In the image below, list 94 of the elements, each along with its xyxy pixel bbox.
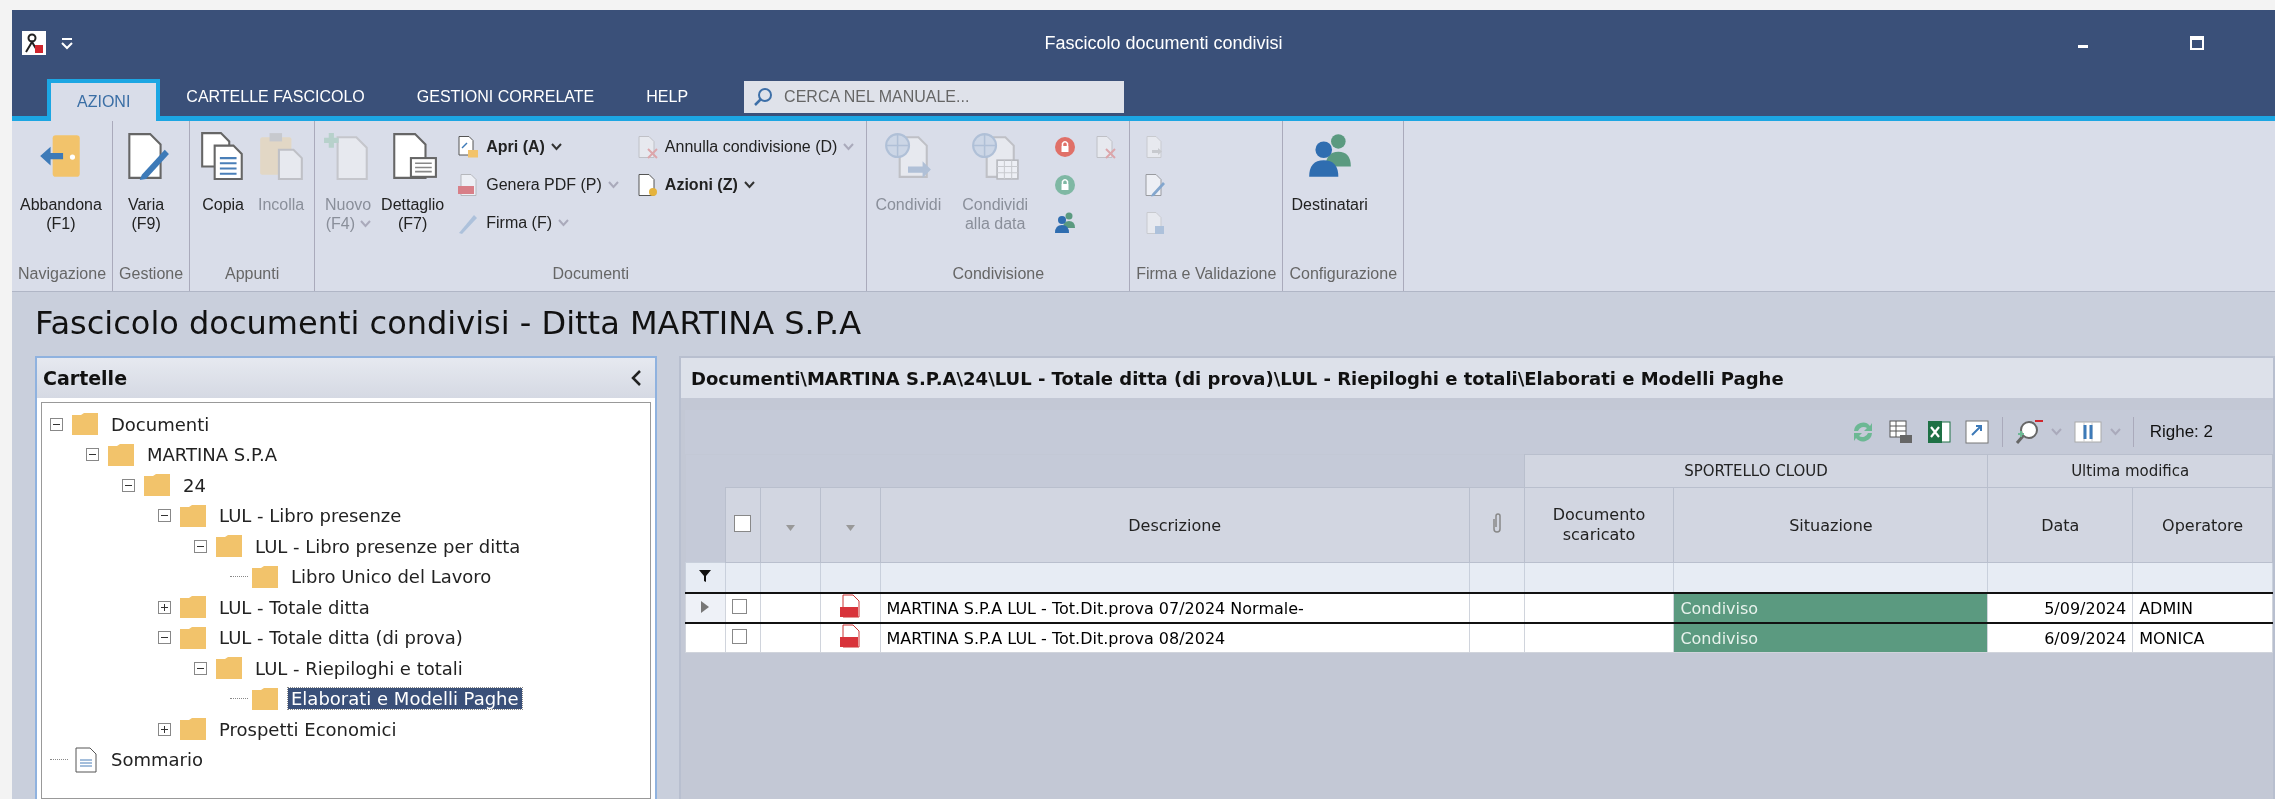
- folder-tree-item[interactable]: LUL - Libro presenze per ditta: [252, 535, 524, 557]
- ribbon-group-label: Documenti: [551, 264, 630, 284]
- search-filter-button[interactable]: [2014, 418, 2062, 446]
- status-cell: Condiviso: [1673, 623, 1988, 653]
- table-cell: ADMIN: [2132, 593, 2273, 623]
- window-title: Fascicolo documenti condivisi: [1043, 32, 1284, 54]
- ribbon-tab[interactable]: GESTIONI CORRELATE: [390, 78, 621, 116]
- column-header[interactable]: Documento scaricato: [1524, 487, 1674, 563]
- column-header[interactable]: Data: [1987, 487, 2133, 563]
- people-icon: [1053, 211, 1078, 235]
- folder-tree-item[interactable]: 24: [180, 474, 209, 496]
- caret-icon: [558, 219, 570, 227]
- table-cell: 5/09/2024: [1987, 593, 2133, 623]
- folder-icon: [71, 412, 99, 437]
- row-checkbox[interactable]: [731, 598, 747, 614]
- column-group-header: SPORTELLO CLOUD: [1524, 454, 1988, 488]
- folder-tree-item[interactable]: MARTINA S.P.A: [144, 444, 281, 466]
- globe-document-icon: [883, 131, 934, 181]
- caret-icon: [743, 181, 755, 189]
- row-selector[interactable]: [685, 593, 726, 623]
- maximize-icon[interactable]: [2189, 35, 2205, 51]
- print-preview-icon[interactable]: [1887, 419, 1914, 445]
- folder-tree-item[interactable]: Libro Unico del Lavoro: [288, 566, 495, 588]
- ribbon-group-label: Navigazione: [18, 264, 107, 284]
- open-document-icon: [456, 135, 481, 159]
- padlock-icon: [1053, 135, 1078, 159]
- excel-export-icon[interactable]: [1925, 419, 1952, 445]
- folder-icon: [215, 656, 243, 681]
- page-title: Fascicolo documenti condivisi - Ditta MARTINA S.P.A: [35, 304, 863, 342]
- folder-icon: [143, 473, 171, 498]
- ribbon-group-label: Firma e Validazione: [1136, 264, 1277, 284]
- folder-icon: [179, 717, 207, 742]
- caret-icon: [607, 181, 619, 189]
- folder-tree-item[interactable]: LUL - Libro presenze: [216, 505, 405, 527]
- folder-icon: [179, 503, 207, 528]
- padlock-icon: [1053, 173, 1078, 197]
- column-header[interactable]: Operatore: [2132, 487, 2273, 563]
- search-field[interactable]: CERCA NEL MANUALE...: [744, 81, 1125, 113]
- caret-icon: [843, 143, 855, 151]
- table-cell: MARTINA S.P.A LUL - Tot.Dit.prova 07/2024 Normale-: [880, 593, 1470, 623]
- document-cross-icon: [1093, 135, 1118, 159]
- ribbon-tab[interactable]: CARTELLE FASCICOLO: [160, 78, 391, 116]
- app-icon[interactable]: [22, 31, 46, 55]
- caret-icon: [2109, 428, 2121, 436]
- ribbon-tab[interactable]: AZIONI: [47, 79, 161, 121]
- export-icon[interactable]: [1963, 419, 1990, 445]
- folder-icon: [107, 442, 135, 467]
- folder-tree-item[interactable]: Documenti: [108, 413, 213, 435]
- row-checkbox[interactable]: [731, 628, 747, 644]
- ribbon-button[interactable]: Varia (F9): [119, 127, 174, 238]
- caret-icon: [359, 220, 371, 228]
- select-all-checkbox[interactable]: [734, 514, 752, 532]
- folder-icon: [251, 686, 279, 711]
- folder-tree-item[interactable]: Sommario: [108, 749, 206, 771]
- folder-icon: [179, 625, 207, 650]
- ribbon-button[interactable]: Apri (A): [450, 131, 625, 163]
- status-cell: Condiviso: [1673, 593, 1988, 623]
- ribbon-tab[interactable]: HELP: [620, 78, 715, 116]
- caret-icon: [550, 143, 562, 151]
- ribbon-button[interactable]: Abbandona (F1): [18, 127, 104, 238]
- panel-title: Cartelle: [43, 367, 127, 389]
- ribbon-button[interactable]: Destinatari: [1289, 127, 1370, 218]
- row-count: Righe: 2: [2149, 422, 2213, 442]
- folder-tree-item[interactable]: LUL - Riepiloghi e totali: [252, 657, 466, 679]
- quick-access-menu-icon[interactable]: [60, 36, 74, 50]
- ribbon-group-label: Appunti: [223, 264, 281, 284]
- column-header[interactable]: Descrizione: [880, 487, 1470, 563]
- collapse-panel-icon[interactable]: [629, 369, 643, 387]
- document-pencil-icon: [1142, 173, 1167, 197]
- folder-path: Documenti\MARTINA S.P.A\24\LUL - Totale ditta (di prova)\LUL - Riepiloghi e totali\Elaborati e Modelli Paghe: [691, 367, 1784, 389]
- ribbon-button[interactable]: Azioni (Z): [628, 169, 861, 201]
- column-settings-button[interactable]: [2073, 419, 2121, 445]
- ribbon-group-label: Condivisione: [951, 264, 1046, 284]
- folder-tree-item[interactable]: Prospetti Economici: [216, 718, 400, 740]
- search-icon: [753, 87, 774, 107]
- folder-icon: [179, 595, 207, 620]
- table-cell: MONICA: [2132, 623, 2273, 653]
- folder-tree-item[interactable]: Elaborati e Modelli Paghe: [288, 688, 522, 710]
- column-header[interactable]: Situazione: [1673, 487, 1988, 563]
- ribbon-button[interactable]: Dettaglio (F7): [379, 127, 447, 238]
- table-cell: MARTINA S.P.A LUL - Tot.Dit.prova 08/2024: [880, 623, 1470, 653]
- table-cell: 6/09/2024: [1987, 623, 2133, 653]
- folder-icon: [215, 534, 243, 559]
- folder-icon: [251, 564, 279, 589]
- caret-icon: [2050, 428, 2062, 436]
- ribbon-group-label: Configurazione: [1289, 264, 1398, 284]
- ribbon-button[interactable]: Copia: [196, 127, 251, 218]
- globe-calendar-icon: [970, 131, 1021, 181]
- ribbon-group-label: Gestione: [119, 264, 184, 284]
- folder-tree-item[interactable]: LUL - Totale ditta (di prova): [216, 627, 466, 649]
- folder-tree-item[interactable]: LUL - Totale ditta: [216, 596, 373, 618]
- filter-icon[interactable]: [698, 569, 713, 583]
- current-row-icon: [700, 599, 711, 614]
- column-group-header: Ultima modifica: [1987, 454, 2273, 488]
